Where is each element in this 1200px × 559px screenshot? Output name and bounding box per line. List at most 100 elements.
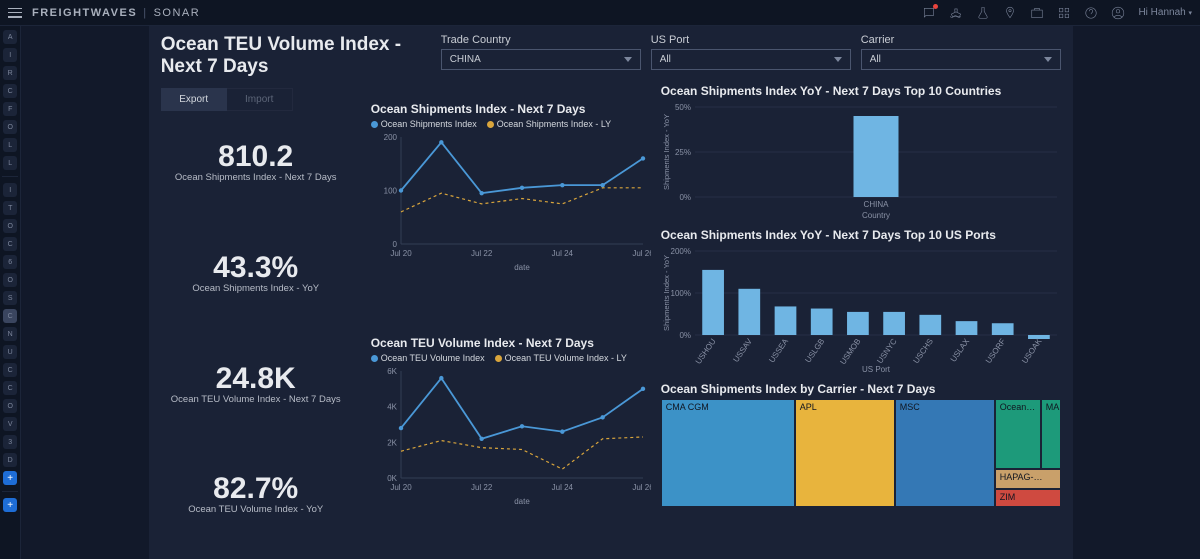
kpi: 82.7%Ocean TEU Volume Index - YoY xyxy=(161,472,351,515)
svg-text:date: date xyxy=(514,497,530,506)
rail-item[interactable]: C xyxy=(3,363,17,377)
rail-item[interactable]: C xyxy=(3,381,17,395)
rail-item[interactable]: C xyxy=(3,309,17,323)
svg-text:USSEA: USSEA xyxy=(767,336,790,364)
svg-text:USORF: USORF xyxy=(984,337,1007,365)
menu-icon[interactable] xyxy=(8,8,22,18)
rail-item[interactable]: O xyxy=(3,120,17,134)
svg-text:Jul 24: Jul 24 xyxy=(551,249,573,258)
select-us-port[interactable]: All xyxy=(651,49,851,70)
treemap-cell[interactable]: HAPAG-… xyxy=(995,469,1061,489)
chevron-down-icon xyxy=(1044,57,1052,62)
svg-text:100%: 100% xyxy=(670,289,690,298)
filter-label-carrier: Carrier xyxy=(861,34,1061,46)
rail-item[interactable]: O xyxy=(3,219,17,233)
svg-text:USOAK: USOAK xyxy=(1020,336,1044,365)
rail-item[interactable]: L xyxy=(3,138,17,152)
kpi: 24.8KOcean TEU Volume Index - Next 7 Day… xyxy=(161,362,351,405)
treemap-cell[interactable]: CMA CGM xyxy=(661,399,795,507)
app-grid-icon[interactable] xyxy=(1057,6,1071,20)
chart-carrier-treemap: Ocean Shipments Index by Carrier - Next … xyxy=(661,382,1061,507)
treemap-cell[interactable]: APL xyxy=(795,399,895,507)
filter-label-us-port: US Port xyxy=(651,34,851,46)
svg-text:US Port: US Port xyxy=(862,365,891,374)
kpi-column: 810.2Ocean Shipments Index - Next 7 Days… xyxy=(161,107,361,549)
left-rail: AIRCFOLLITOC6OSCNUCCOV3D++ xyxy=(0,26,21,559)
svg-text:Jul 20: Jul 20 xyxy=(390,483,412,492)
rail-item[interactable]: T xyxy=(3,201,17,215)
rail-item[interactable]: D xyxy=(3,453,17,467)
svg-text:Jul 22: Jul 22 xyxy=(471,483,493,492)
rail-item[interactable]: N xyxy=(3,327,17,341)
rail-item[interactable]: O xyxy=(3,399,17,413)
user-avatar-icon[interactable] xyxy=(1111,6,1125,20)
chevron-down-icon xyxy=(834,57,842,62)
brand-logo: FREIGHTWAVES|SONAR xyxy=(32,7,200,19)
treemap-cell[interactable]: MSC xyxy=(895,399,995,507)
svg-text:Jul 22: Jul 22 xyxy=(471,249,493,258)
svg-text:USNYC: USNYC xyxy=(875,336,899,364)
dashboard: Ocean TEU Volume Index - Next 7 Days Tra… xyxy=(149,26,1073,559)
chart-teu-line: Ocean TEU Volume Index - Next 7 Days Oce… xyxy=(371,336,651,549)
rail-item[interactable]: S xyxy=(3,291,17,305)
rail-item[interactable]: I xyxy=(3,48,17,62)
user-menu[interactable]: Hi Hannah ▾ xyxy=(1138,7,1192,18)
rail-item[interactable]: 6 xyxy=(3,255,17,269)
rail-item[interactable]: L xyxy=(3,156,17,170)
rail-item[interactable]: C xyxy=(3,237,17,251)
rail-item[interactable]: V xyxy=(3,417,17,431)
pin-icon[interactable] xyxy=(1003,6,1017,20)
treemap-cell[interactable]: MA xyxy=(1041,399,1061,469)
rail-item[interactable]: A xyxy=(3,30,17,44)
svg-text:Shipments Index - YoY: Shipments Index - YoY xyxy=(662,114,671,190)
chart-yoy-countries: Ocean Shipments Index YoY - Next 7 Days … xyxy=(661,84,1061,224)
svg-text:0%: 0% xyxy=(679,331,691,340)
svg-text:200: 200 xyxy=(383,133,397,142)
svg-text:50%: 50% xyxy=(675,103,691,112)
briefcase-icon[interactable] xyxy=(1030,6,1044,20)
rail-item[interactable]: O xyxy=(3,273,17,287)
svg-text:2K: 2K xyxy=(387,438,397,447)
svg-text:USMOB: USMOB xyxy=(838,337,862,366)
rail-item[interactable]: 3 xyxy=(3,435,17,449)
select-trade-country[interactable]: CHINA xyxy=(441,49,641,70)
rail-item[interactable]: C xyxy=(3,84,17,98)
svg-text:USLAX: USLAX xyxy=(948,336,971,363)
treemap-cell[interactable]: ZIM xyxy=(995,489,1061,507)
chart-shipments-line: Ocean Shipments Index - Next 7 Days Ocea… xyxy=(371,102,651,330)
svg-text:Jul 24: Jul 24 xyxy=(551,483,573,492)
svg-text:4K: 4K xyxy=(387,403,397,412)
svg-text:0%: 0% xyxy=(679,193,691,202)
svg-text:Shipments Index - YoY: Shipments Index - YoY xyxy=(662,255,671,331)
chevron-down-icon xyxy=(624,57,632,62)
help-icon[interactable] xyxy=(1084,6,1098,20)
svg-text:0: 0 xyxy=(392,240,397,249)
svg-text:Jul 26: Jul 26 xyxy=(632,249,651,258)
svg-text:USLGB: USLGB xyxy=(803,337,826,364)
ship-icon[interactable] xyxy=(949,6,963,20)
svg-text:Jul 26: Jul 26 xyxy=(632,483,651,492)
rail-item[interactable]: U xyxy=(3,345,17,359)
svg-text:USCHS: USCHS xyxy=(911,337,934,365)
select-carrier[interactable]: All xyxy=(861,49,1061,70)
svg-text:CHINA: CHINA xyxy=(863,200,889,209)
rail-item[interactable]: F xyxy=(3,102,17,116)
chart-yoy-ports: Ocean Shipments Index YoY - Next 7 Days … xyxy=(661,228,1061,378)
top-bar: FREIGHTWAVES|SONAR Hi Hannah ▾ xyxy=(0,0,1200,26)
notifications-icon[interactable] xyxy=(922,6,936,20)
page-title: Ocean TEU Volume Index - Next 7 Days xyxy=(161,34,431,78)
svg-text:Jul 20: Jul 20 xyxy=(390,249,412,258)
treemap-cell[interactable]: Ocean… xyxy=(995,399,1041,469)
rail-add-button[interactable]: + xyxy=(3,498,17,512)
filter-label-trade-country: Trade Country xyxy=(441,34,641,46)
rail-item[interactable]: I xyxy=(3,183,17,197)
kpi: 810.2Ocean Shipments Index - Next 7 Days xyxy=(161,140,351,183)
flask-icon[interactable] xyxy=(976,6,990,20)
svg-text:200%: 200% xyxy=(670,247,690,256)
svg-text:USHOU: USHOU xyxy=(693,336,717,365)
svg-text:6K: 6K xyxy=(387,367,397,376)
kpi: 43.3%Ocean Shipments Index - YoY xyxy=(161,251,351,294)
svg-text:100: 100 xyxy=(383,186,397,195)
rail-item[interactable]: R xyxy=(3,66,17,80)
rail-add-button[interactable]: + xyxy=(3,471,17,485)
